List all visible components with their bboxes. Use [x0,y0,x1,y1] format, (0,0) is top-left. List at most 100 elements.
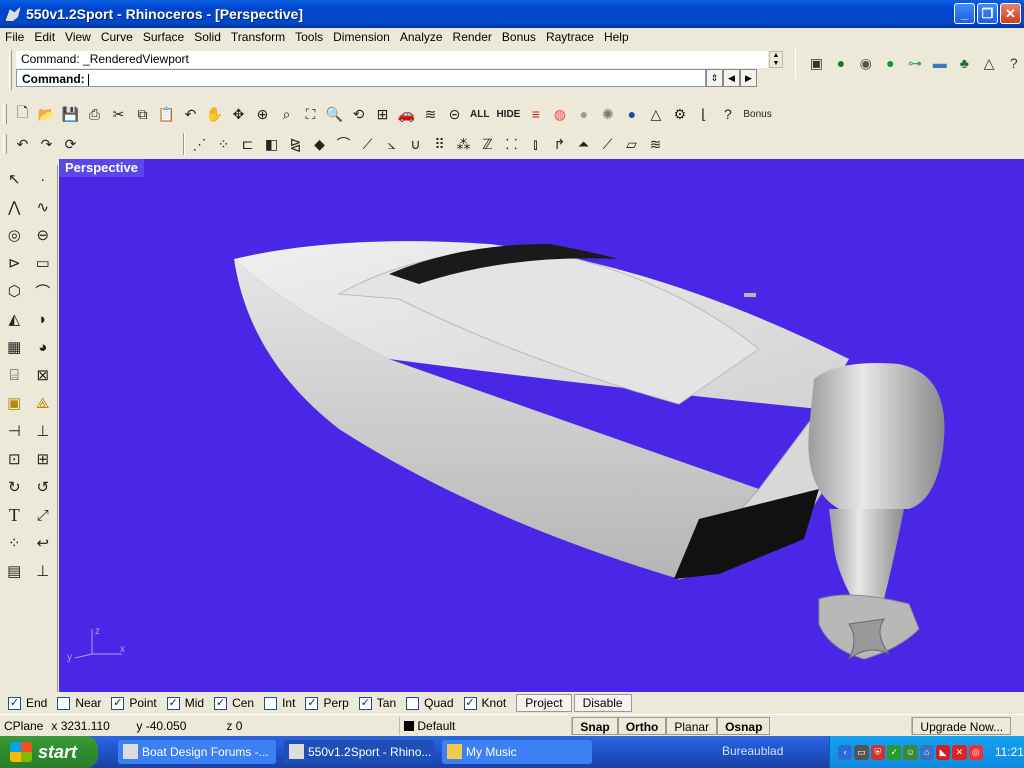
zoom-selected-icon[interactable]: 🔍 [323,103,346,125]
surface-icon[interactable]: ◭ [2,307,26,331]
print-icon[interactable]: ⎙ [83,103,106,125]
command-next-button[interactable]: ▶ [740,69,757,87]
menu-surface[interactable]: Surface [138,30,189,44]
polygon-icon[interactable]: ⬡ [2,279,26,303]
polyline-icon[interactable]: ⋀ [2,195,26,219]
paste-icon[interactable]: 📋 [155,103,178,125]
environment-icon[interactable]: ▬ [929,52,950,74]
rotate-tool-icon[interactable]: ↻ [2,475,26,499]
options-gear-icon[interactable]: ⚙ [668,103,691,125]
circle-icon[interactable]: ◎ [2,223,26,247]
disable-button[interactable]: Disable [573,694,632,712]
tray-network-status-icon[interactable]: ⌂ [919,744,934,760]
spotlight-icon[interactable]: △ [979,52,1000,74]
repeat-icon[interactable]: ⟳ [59,133,82,155]
toolbar-grip[interactable] [3,134,7,154]
save-file-icon[interactable]: 💾 [59,103,82,125]
quicklaunch-bureaublad[interactable]: Bureaublad [722,744,783,758]
diamond-icon[interactable]: ◆ [308,133,331,155]
flag-icon[interactable]: ≡ [524,103,547,125]
render-icon[interactable]: ▣ [2,391,26,415]
planar-toggle[interactable]: Planar [666,716,718,735]
surface-edit-icon[interactable]: ◗ [31,307,55,331]
menu-help[interactable]: Help [599,30,634,44]
osnap-tan-checkbox[interactable]: ✓ [358,696,372,710]
blue-sphere-icon[interactable]: ● [620,103,643,125]
four-viewports-icon[interactable]: ⊞ [371,103,394,125]
menu-view[interactable]: View [60,30,96,44]
show-all-button[interactable]: ALL [467,103,492,125]
start-button[interactable]: start [0,736,98,768]
layers-icon[interactable]: ≋ [419,103,442,125]
zoom-extents-icon[interactable]: ⛶ [299,103,322,125]
menu-dimension[interactable]: Dimension [328,30,395,44]
osnap-near[interactable]: Near [57,696,101,710]
boolean-icon[interactable]: ◕ [31,335,55,359]
box-solid-icon[interactable]: ▦ [2,335,26,359]
project-icon[interactable]: ⌒ [332,133,355,155]
menu-transform[interactable]: Transform [226,30,290,44]
taper-icon[interactable]: ⏶ [572,133,595,155]
osnap-point-checkbox[interactable]: ✓ [111,696,125,710]
cut-icon[interactable]: ✂ [107,103,130,125]
bend-icon[interactable]: ↱ [548,133,571,155]
osnap-mid[interactable]: ✓ Mid [166,696,204,710]
undo-icon[interactable]: ↶ [179,103,202,125]
osnap-mid-checkbox[interactable]: ✓ [166,696,180,710]
osnap-perp-checkbox[interactable]: ✓ [305,696,319,710]
twist-icon[interactable]: ℤ [476,133,499,155]
osnap-end[interactable]: ✓ End [8,696,47,710]
object-snap-icon[interactable]: ⊝ [443,103,466,125]
rectangle-icon[interactable]: ▭ [31,251,55,275]
bonus-button[interactable]: Bonus [740,103,774,125]
tray-network-icon[interactable]: ▭ [854,744,869,760]
array-icon[interactable]: ⠿ [428,133,451,155]
render-settings-icon[interactable]: ▣ [806,52,827,74]
orient-icon[interactable]: ⦣ [380,133,403,155]
menu-render[interactable]: Render [448,30,497,44]
project-button[interactable]: Project [516,694,572,712]
zoom-dynamic-icon[interactable]: ⊕ [251,103,274,125]
move-icon[interactable]: ⤢ [31,503,55,527]
command-history-scroll[interactable]: ▲ ▼ [769,51,783,68]
grid-tool-icon[interactable]: ▤ [2,559,26,583]
snap-toggle[interactable]: Snap [572,716,618,735]
scatter-icon[interactable]: ⸬ [500,133,523,155]
car-icon[interactable]: 🚗 [395,103,418,125]
shear-icon[interactable]: ⟋ [596,133,619,155]
redo-small-icon[interactable]: ↷ [35,133,58,155]
render-light-icon[interactable]: ⊶ [905,52,926,74]
polar-array-icon[interactable]: ⁂ [452,133,475,155]
skew-icon[interactable]: ▱ [620,133,643,155]
task-rhinoceros[interactable]: 550v1.2Sport - Rhino... [284,740,434,764]
fillet-curve-icon[interactable]: ⌒ [31,279,55,303]
menu-tools[interactable]: Tools [290,30,328,44]
command-input[interactable]: Command: [16,69,706,87]
open-file-icon[interactable]: 📂 [35,103,58,125]
copy-icon[interactable]: ⧉ [131,103,154,125]
undo-small-icon[interactable]: ↶ [11,133,34,155]
maximize-button[interactable]: ❐ [977,3,998,24]
menu-analyze[interactable]: Analyze [395,30,448,44]
zoom-window-icon[interactable]: ⌕ [275,103,298,125]
task-boat-design-forums[interactable]: Boat Design Forums -... [118,740,276,764]
sparkle-sphere-icon[interactable]: ✺ [596,103,619,125]
group-icon[interactable]: ⊞ [31,447,55,471]
tray-shield-icon[interactable]: ⛨ [870,744,885,760]
command-prev-button[interactable]: ◀ [723,69,740,87]
split-icon[interactable]: ⟋ [356,133,379,155]
osnap-near-checkbox[interactable] [57,696,71,710]
cylinder-icon[interactable]: ⌸ [2,363,26,387]
osnap-knot[interactable]: ✓ Knot [463,696,506,710]
ellipse-icon[interactable]: ⊖ [31,223,55,247]
osnap-quad-checkbox[interactable] [406,696,420,710]
menu-file[interactable]: File [0,30,29,44]
osnap-quad[interactable]: Quad [406,696,454,710]
flow-icon[interactable]: ∪ [404,133,427,155]
rotate-3d-icon[interactable]: ↩ [31,531,55,555]
transform-tool-icon[interactable]: ↺ [31,475,55,499]
osnap-cen-checkbox[interactable]: ✓ [214,696,228,710]
text-icon[interactable]: T [2,503,26,527]
control-points-icon[interactable]: ⋰ [188,133,211,155]
osnap-perp[interactable]: ✓ Perp [305,696,349,710]
